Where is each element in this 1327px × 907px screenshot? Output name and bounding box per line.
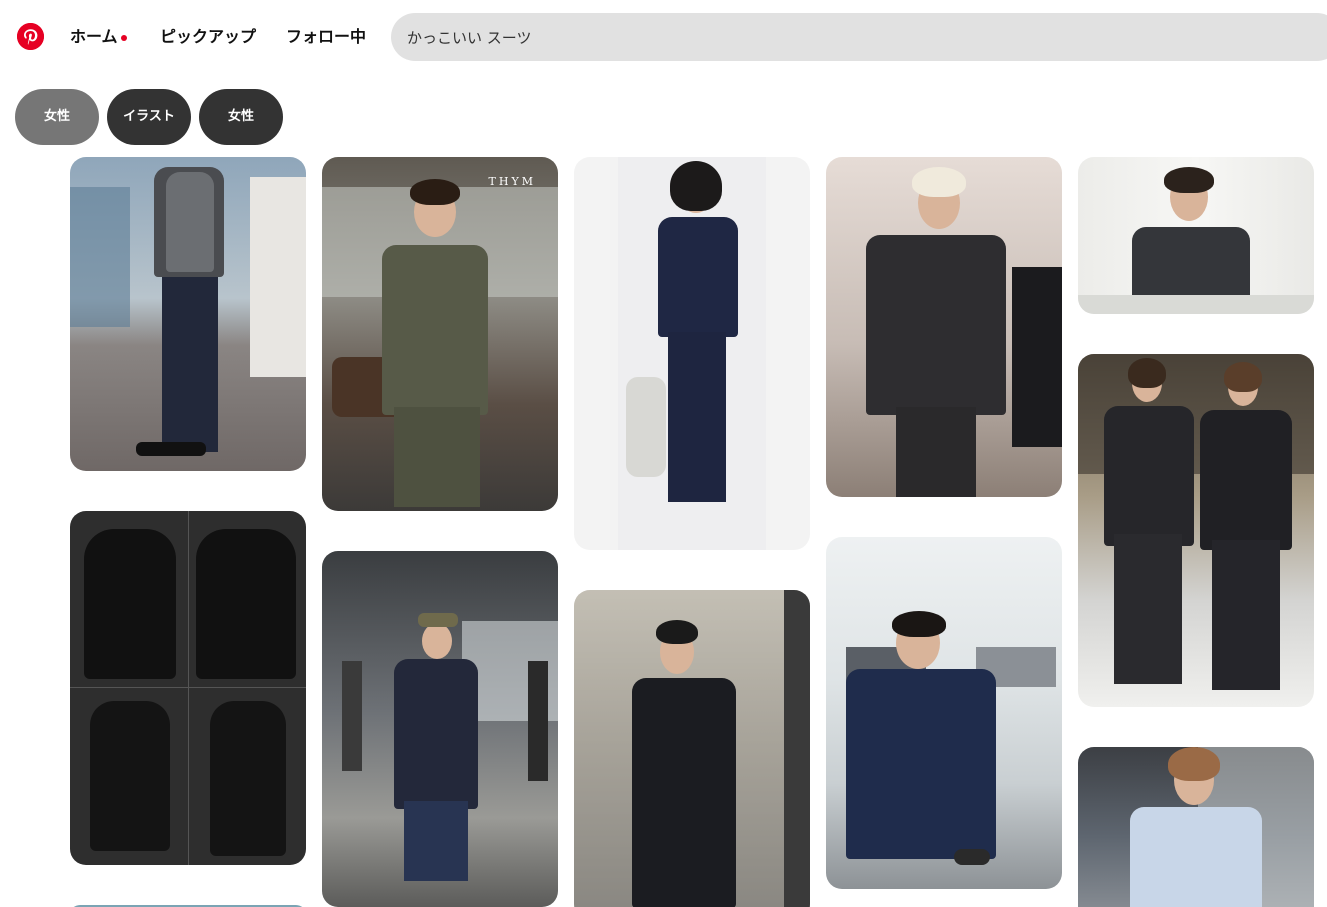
pin-image-cape-coats[interactable] [70, 511, 306, 865]
pin-image-green-suit[interactable]: THYM [322, 157, 558, 511]
nav-following-label: フォロー中 [286, 27, 367, 46]
filter-chip-label: 女性 [43, 109, 70, 124]
filter-chip-women[interactable]: 女性 [15, 89, 99, 145]
notification-dot-icon [120, 35, 127, 41]
filter-chip-illustration[interactable]: イラスト [107, 89, 191, 145]
filter-chip-women-2[interactable]: 女性 [199, 89, 283, 145]
pinterest-logo-icon[interactable] [17, 23, 44, 50]
filter-chip-label: イラスト [123, 109, 175, 124]
pin-image-vest-man[interactable] [70, 157, 306, 471]
pin-image-train-station[interactable] [322, 551, 558, 907]
nav-following[interactable]: フォロー中 [286, 24, 366, 50]
pin-image-glasses-pinstripe[interactable] [1078, 157, 1314, 314]
pin-image-runway-pinstripe[interactable] [1078, 354, 1314, 707]
nav-home-label: ホーム [70, 27, 118, 46]
pin-image-dark-coat[interactable] [574, 590, 810, 907]
nav-home[interactable]: ホーム [70, 24, 127, 50]
pin-image-office-navy-suit[interactable] [826, 537, 1062, 889]
pin-image-blonde-suit[interactable] [826, 157, 1062, 497]
nav-pickup[interactable]: ピックアップ [160, 24, 256, 50]
pin-image-striped-blouse[interactable] [1078, 747, 1314, 907]
filter-chip-label: 女性 [227, 109, 254, 124]
pin-image-navy-pantsuit[interactable] [574, 157, 810, 550]
nav-pickup-label: ピックアップ [160, 27, 257, 46]
search-input[interactable] [391, 13, 1327, 61]
pin-brand-label: THYM [488, 175, 536, 188]
top-header: ホーム ピックアップ フォロー中 [0, 0, 1327, 74]
